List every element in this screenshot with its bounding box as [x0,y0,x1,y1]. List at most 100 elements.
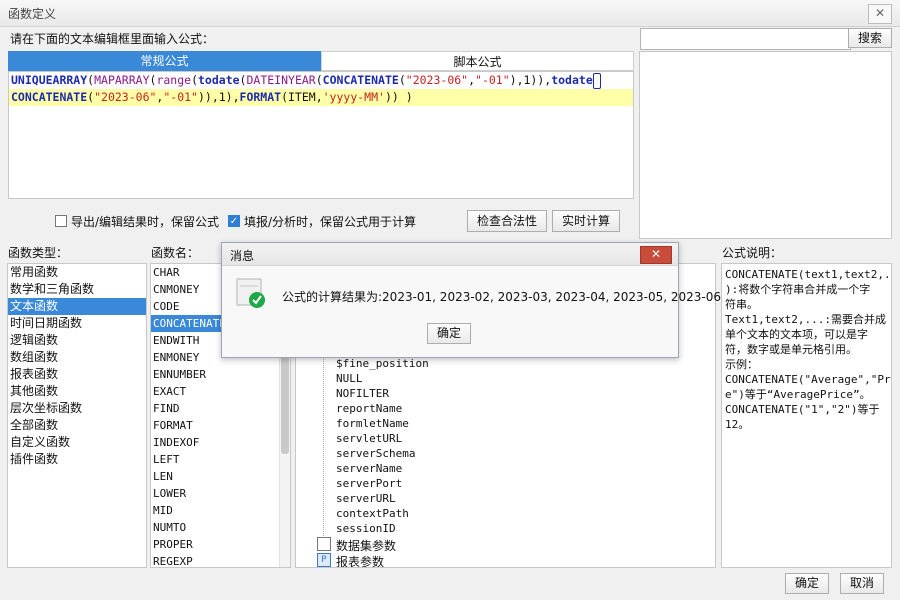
tree-variable-item[interactable]: $fine_position [336,357,429,370]
formula-line-1-token: "-01" [475,73,510,87]
dialog-title: 消息 [230,249,255,263]
function-type-item[interactable]: 时间日期函数 [8,315,146,332]
description-line: 示例： [725,358,758,371]
function-type-item[interactable]: 其他函数 [8,383,146,400]
formula-line-2-token: )) ) [384,90,413,104]
tree-variable-item[interactable]: serverPort [336,477,402,490]
description-line: 符串。 [725,298,758,311]
function-name-header: 函数名： [151,246,200,260]
function-name-item[interactable]: REGEXP [151,553,290,567]
formula-line-1-token: UNIQUEARRAY [11,73,88,87]
dialog-ok-button[interactable]: 确定 [427,323,471,344]
tree-variable-item[interactable]: NULL [336,372,363,385]
dataset-param-icon [317,537,331,551]
description-header: 公式说明： [722,246,783,260]
export-keep-formula-checkbox[interactable] [55,215,67,227]
function-type-item[interactable]: 报表函数 [8,366,146,383]
function-name-item[interactable]: ENNUMBER [151,366,290,383]
formula-line-1-token: todate [198,73,240,87]
description-line: Text1,text2,...:需要合并成 [725,313,886,326]
ok-button[interactable]: 确定 [785,573,829,594]
fill-keep-formula-label: 填报/分析时，保留公式用于计算 [244,215,417,229]
function-name-item[interactable]: LEN [151,468,290,485]
dialog-message: 公式的计算结果为:2023-01, 2023-02, 2023-03, 2023… [282,290,722,304]
search-button[interactable]: 搜索 [848,28,892,48]
tree-variable-item[interactable]: servletURL [336,432,402,445]
formula-line-2-token: "-01" [163,90,198,104]
formula-tabs: 常规公式 脚本公式 [8,51,634,71]
export-keep-formula-label: 导出/编辑结果时，保留公式 [71,215,220,229]
tree-variable-item[interactable]: serverURL [336,492,396,505]
tree-group-item[interactable]: 报表参数 [336,553,384,567]
success-check-icon [236,277,265,308]
function-name-item[interactable]: EXACT [151,383,290,400]
formula-editor[interactable]: UNIQUEARRAY(MAPARRAY(range(todate(DATEIN… [8,71,634,199]
search-results-panel[interactable] [639,51,892,239]
tab-script-formula[interactable]: 脚本公式 [321,51,634,71]
function-type-item[interactable]: 自定义函数 [8,434,146,451]
function-type-item[interactable]: 常用函数 [8,264,146,281]
tree-variable-item[interactable]: reportName [336,402,402,415]
function-type-item[interactable]: 数学和三角函数 [8,281,146,298]
tree-variable-item[interactable]: contextPath [336,507,409,520]
formula-line-1: UNIQUEARRAY(MAPARRAY(range(todate(DATEIN… [11,72,601,89]
dialog-titlebar: 消息 ✕ [222,243,678,266]
formula-line-2-token: FORMAT [239,90,282,104]
realtime-calc-button[interactable]: 实时计算 [552,210,620,232]
window-close-button[interactable]: ✕ [868,4,892,24]
function-type-item[interactable]: 插件函数 [8,451,146,468]
description-line: e")等于“AveragePrice”。 [725,388,871,401]
report-param-icon: P [317,553,331,567]
function-type-list: 常用函数 数学和三角函数 文本函数 时间日期函数 逻辑函数 数组函数 报表函数 其他函数 层次坐… [7,263,147,568]
description-line: CONCATENATE(text1,text2,... [725,268,892,281]
formula-line-1-token: ( [191,73,198,87]
tab-normal-formula[interactable]: 常规公式 [8,51,321,71]
function-name-item[interactable]: LOWER [151,485,290,502]
formula-prompt: 请在下面的文本编辑框里面输入公式： [10,32,215,46]
function-name-item[interactable]: LEFT [151,451,290,468]
description-line: ):将数个字符串合并成一个字 [725,283,871,296]
function-name-item[interactable]: NUMTO [151,519,290,536]
message-dialog: 消息 ✕ 公式的计算结果为:2023-01, 2023-02, 2023-03,… [221,242,721,358]
tree-group-item[interactable]: 数据集参数 [336,537,396,554]
tree-variable-item[interactable]: sessionID [336,522,396,535]
dialog-close-button[interactable]: ✕ [640,246,672,264]
function-name-item[interactable]: MID [151,502,290,519]
formula-line-1-token: ( [398,73,406,87]
formula-line-1-token: CONCATENATE [322,73,399,87]
formula-line-1-token: ( [315,73,323,87]
tree-variable-item[interactable]: serverSchema [336,447,415,460]
window-title: 函数定义 [8,7,57,21]
function-type-item[interactable]: 全部函数 [8,417,146,434]
function-type-item[interactable]: 层次坐标函数 [8,400,146,417]
function-type-item[interactable]: 数组函数 [8,349,146,366]
formula-line-2-token: (ITEM, [281,90,323,104]
tree-variable-item[interactable]: NOFILTER [336,387,389,400]
formula-line-2-token: CONCATENATE [11,90,88,104]
tree-variable-item[interactable]: serverName [336,462,402,475]
formula-line-1-token: ),1)), [509,73,552,87]
description-line: 12。 [725,418,750,431]
function-type-header: 函数类型： [8,246,69,260]
function-name-item[interactable]: INDEXOF [151,434,290,451]
check-validity-button[interactable]: 检查合法性 [467,210,547,232]
fill-keep-formula-checkbox[interactable]: ✓ [228,215,240,227]
cancel-button[interactable]: 取消 [840,573,884,594]
formula-line-1-token: , [468,73,476,87]
function-name-item[interactable]: PROPER [151,536,290,553]
formula-line-2-token: )),1), [197,90,240,104]
description-line: CONCATENATE("Average","Pric [725,373,892,386]
function-name-item[interactable]: FORMAT [151,417,290,434]
formula-line-2-token: 'yyyy-MM' [322,90,385,104]
description-panel: CONCATENATE(text1,text2,... ):将数个字符串合并成一个… [721,263,892,568]
function-type-item[interactable]: 文本函数 [8,298,146,315]
formula-line-1-token: MAPARRAY [94,73,150,87]
formula-line-1-token: range [156,73,192,87]
text-caret [592,72,601,89]
description-line: CONCATENATE("1","2")等于 [725,403,880,416]
search-input[interactable] [640,28,851,50]
tree-variable-item[interactable]: formletName [336,417,409,430]
function-name-item[interactable]: FIND [151,400,290,417]
function-type-item[interactable]: 逻辑函数 [8,332,146,349]
description-line: 符，数字或是单元格引用。 [725,343,857,356]
